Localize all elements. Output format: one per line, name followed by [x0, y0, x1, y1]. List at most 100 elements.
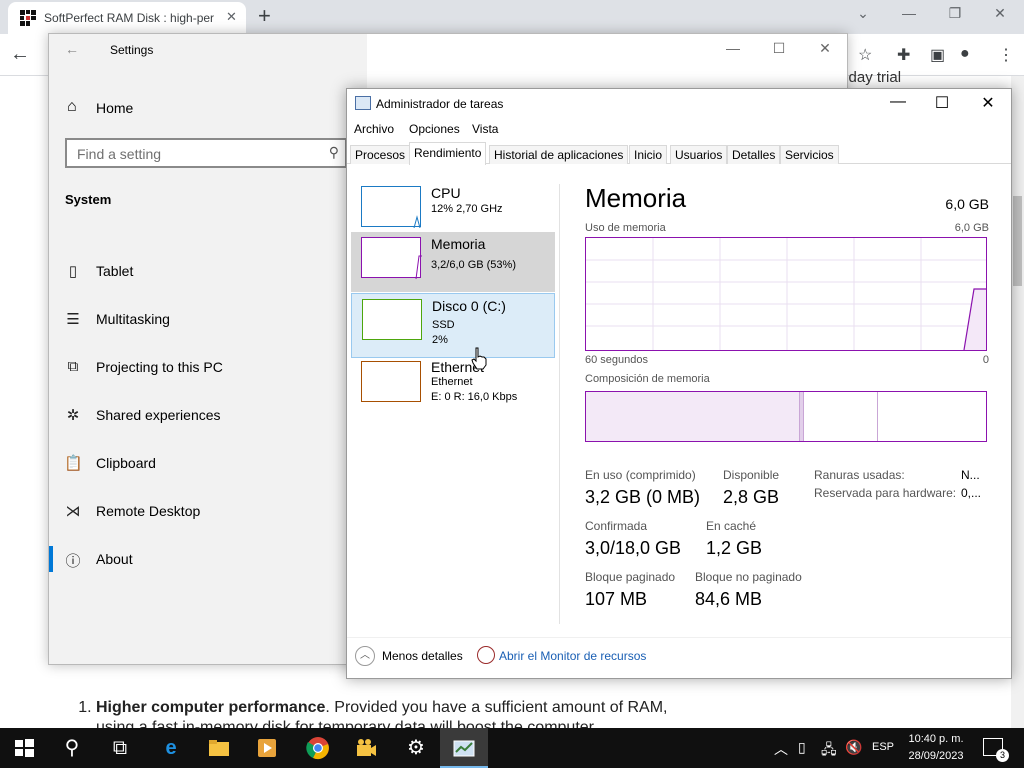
device-icon[interactable]: ▯: [798, 739, 806, 756]
menu-archivo[interactable]: Archivo: [354, 122, 394, 136]
memory-usage-fill: [964, 289, 986, 350]
new-tab-icon[interactable]: +: [258, 3, 271, 29]
taskbar-clock[interactable]: 10:40 p. m. 28/09/2023: [896, 731, 976, 765]
minimize-icon[interactable]: —: [894, 5, 924, 21]
language-indicator[interactable]: ESP: [872, 741, 894, 753]
resource-detail: E: 0 R: 16,0 Kbps: [431, 391, 518, 403]
shared-experiences-icon: ✲: [66, 407, 80, 424]
search-button[interactable]: ⚲: [48, 728, 96, 768]
less-details-button[interactable]: Menos detalles: [382, 649, 463, 663]
tab-search-icon[interactable]: ⌄: [848, 5, 878, 22]
available-label: Disponible: [723, 468, 780, 482]
memory-thumbnail-graph: [415, 255, 422, 280]
show-hidden-icons-icon[interactable]: ︿: [774, 739, 788, 759]
resource-type: SSD: [432, 319, 455, 331]
back-arrow-icon[interactable]: ←: [65, 41, 79, 57]
slots-label: Ranuras usadas:: [814, 468, 905, 482]
task-view-button[interactable]: ⧉: [96, 728, 144, 768]
composition-modified: [800, 392, 804, 441]
profile-avatar-icon[interactable]: ●: [960, 45, 970, 63]
taskbar-settings[interactable]: ⚙: [392, 728, 440, 768]
chevron-up-icon[interactable]: ︿: [355, 646, 375, 666]
page-scrollbar[interactable]: [1011, 76, 1024, 728]
resource-memoria[interactable]: Memoria 3,2/6,0 GB (53%): [351, 232, 555, 292]
cached-label: En caché: [706, 519, 757, 533]
side-panel-icon[interactable]: ▣: [930, 45, 945, 65]
resource-disco[interactable]: Disco 0 (C:) SSD 2%: [351, 293, 555, 358]
cpu-thumbnail-graph: [413, 215, 421, 229]
taskbar-internet-explorer[interactable]: e: [147, 728, 195, 768]
menu-vista[interactable]: Vista: [472, 122, 498, 136]
resource-detail: 2%: [432, 334, 448, 346]
resource-heading: Memoria: [585, 183, 687, 213]
pane-divider: [559, 184, 560, 624]
task-manager-icon: [355, 96, 371, 110]
sidebar-item-tablet[interactable]: ▯ Tablet: [49, 262, 349, 310]
film-camera-icon: [357, 739, 376, 756]
sidebar-item-shared-experiences[interactable]: ✲ Shared experiences: [49, 406, 349, 454]
available-value: 2,8 GB: [723, 487, 780, 507]
tab-servicios[interactable]: Servicios: [780, 145, 839, 164]
window-title: Administrador de tareas: [376, 97, 504, 111]
sidebar-item-label: Clipboard: [96, 455, 156, 471]
clipboard-icon: 📋: [64, 455, 83, 472]
maximize-icon[interactable]: ☐: [756, 40, 802, 57]
page-scrollbar-thumb[interactable]: [1013, 196, 1022, 286]
tab-title: SoftPerfect RAM Disk : high-per: [44, 11, 215, 25]
settings-search-input[interactable]: Find a setting ⚲: [65, 138, 347, 168]
close-icon[interactable]: ✕: [802, 40, 848, 57]
resource-ethernet[interactable]: Ethernet Ethernet E: 0 R: 16,0 Kbps: [351, 359, 555, 421]
back-arrow-icon[interactable]: ←: [10, 43, 30, 66]
taskbar-file-explorer[interactable]: [195, 728, 243, 768]
more-menu-icon[interactable]: ⋮: [998, 45, 1014, 65]
resource-monitor-icon: [477, 646, 495, 664]
task-manager-window: Administrador de tareas — ☐ ✕ Archivo Op…: [346, 88, 1012, 679]
network-icon[interactable]: 🖧: [821, 739, 837, 763]
sidebar-item-about[interactable]: ⓘ About: [49, 546, 349, 598]
resource-monitor-link[interactable]: Abrir el Monitor de recursos: [499, 649, 646, 663]
tab-procesos[interactable]: Procesos: [350, 145, 411, 164]
nonpaged-pool-label: Bloque no paginado: [695, 570, 802, 584]
sidebar-item-remote-desktop[interactable]: ⋊ Remote Desktop: [49, 502, 349, 550]
taskbar-video-app[interactable]: [342, 728, 390, 768]
restore-icon[interactable]: ❐: [940, 5, 970, 22]
nonpaged-pool-value: 84,6 MB: [695, 589, 763, 609]
tab-detalles[interactable]: Detalles: [727, 145, 781, 164]
maximize-icon[interactable]: ☐: [919, 93, 965, 113]
sidebar-item-clipboard[interactable]: 📋 Clipboard: [49, 454, 349, 502]
windows-taskbar: ⚲ ⧉ e ⚙ ︿ ▯ 🖧 🔇 ESP 10:40 p. m. 28/09/20…: [0, 728, 1024, 768]
sidebar-item-projecting[interactable]: ⧉ Projecting to this PC: [49, 358, 349, 406]
notification-count: 3: [996, 749, 1009, 762]
list-item-bold: Higher computer performance: [96, 699, 326, 716]
sidebar-item-label: Shared experiences: [96, 407, 221, 423]
multitasking-icon: ☰: [66, 311, 80, 328]
sidebar-item-multitasking[interactable]: ☰ Multitasking: [49, 310, 349, 358]
minimize-icon[interactable]: —: [875, 93, 921, 111]
in-use-label: En uso (comprimido): [585, 468, 696, 482]
start-button[interactable]: [0, 728, 48, 768]
tab-usuarios[interactable]: Usuarios: [670, 145, 728, 164]
tab-historial[interactable]: Historial de aplicaciones: [489, 145, 629, 164]
folder-icon: [209, 740, 229, 756]
taskbar-media-app[interactable]: [243, 728, 291, 768]
clock-date: 28/09/2023: [908, 750, 964, 762]
browser-tab[interactable]: SoftPerfect RAM Disk : high-per ✕: [8, 2, 246, 34]
tab-rendimiento[interactable]: Rendimiento: [409, 142, 487, 165]
paged-pool-label: Bloque paginado: [585, 570, 676, 584]
bookmark-star-icon[interactable]: ☆: [858, 45, 872, 65]
menu-opciones[interactable]: Opciones: [409, 122, 460, 136]
resource-detail: 12% 2,70 GHz: [431, 203, 503, 215]
volume-muted-icon[interactable]: 🔇: [845, 739, 862, 756]
minimize-icon[interactable]: —: [710, 40, 756, 56]
softperfect-favicon-icon: [20, 10, 36, 26]
close-icon[interactable]: ✕: [965, 93, 1011, 113]
close-icon[interactable]: ✕: [985, 5, 1015, 22]
tab-close-icon[interactable]: ✕: [226, 9, 237, 25]
extensions-puzzle-icon[interactable]: ✚: [897, 45, 910, 65]
resource-name: Disco 0 (C:): [432, 298, 506, 314]
tab-inicio[interactable]: Inicio: [629, 145, 668, 164]
taskbar-chrome[interactable]: [294, 728, 342, 768]
cpu-thumbnail-line: [413, 215, 421, 229]
sidebar-item-label: Tablet: [96, 263, 134, 279]
taskbar-task-manager[interactable]: [440, 728, 488, 768]
